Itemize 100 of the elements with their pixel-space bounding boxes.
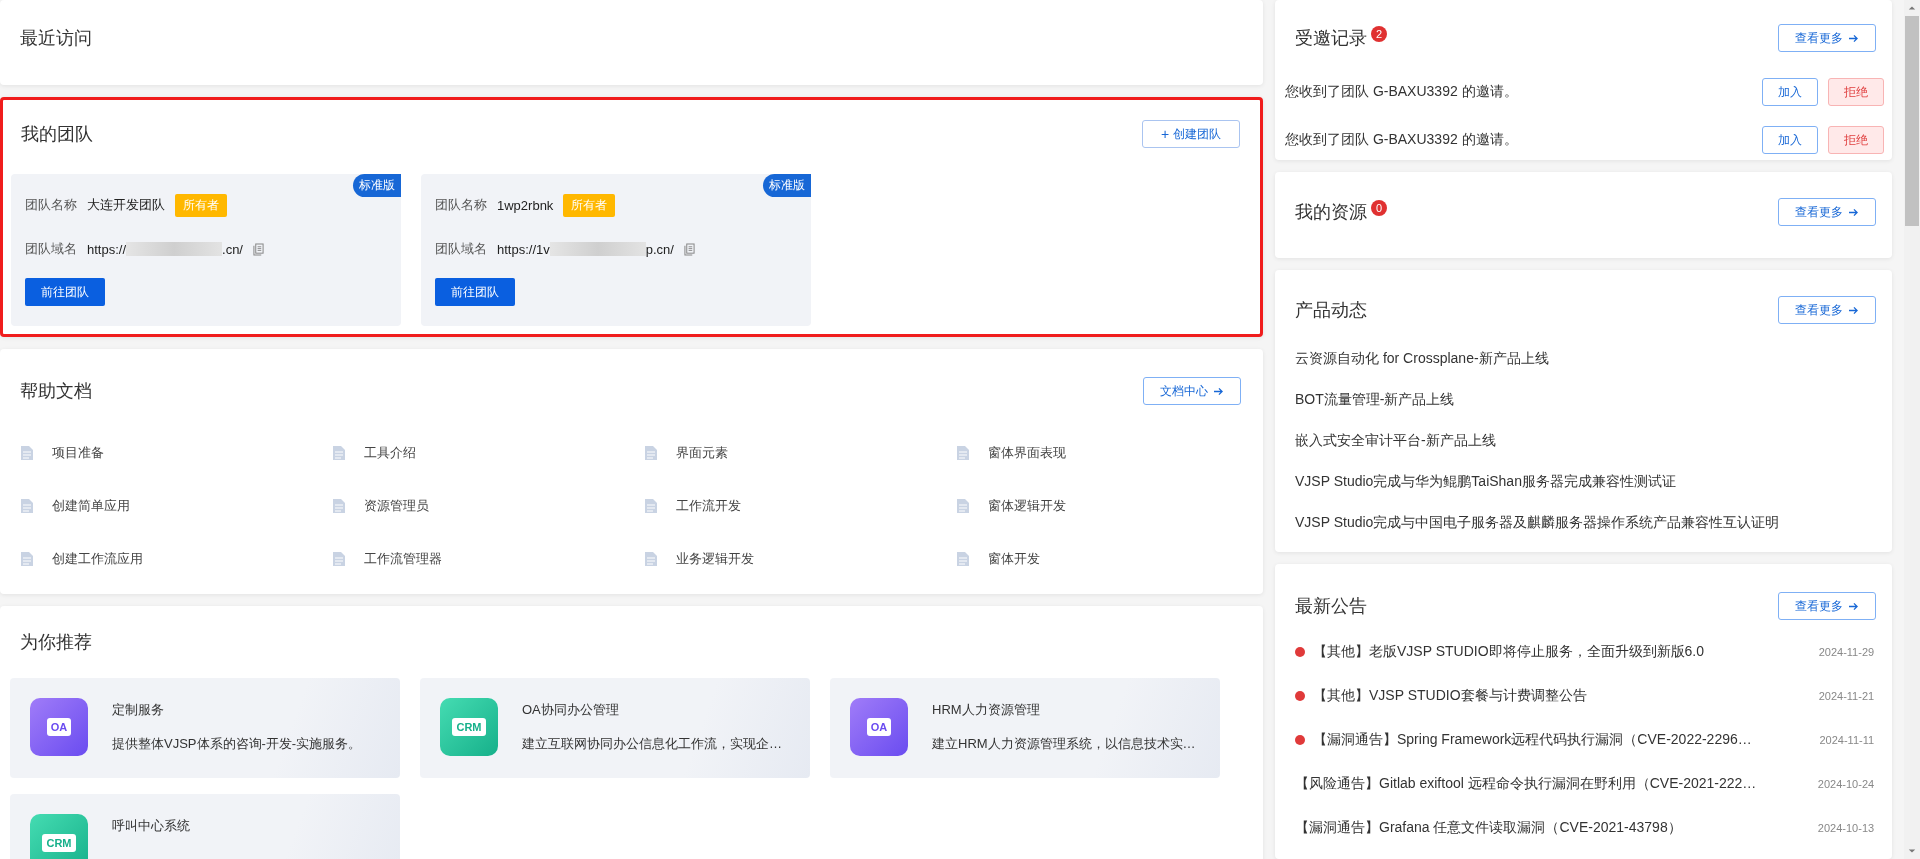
url-suffix: p.cn/	[645, 241, 674, 257]
notice-date: 2024-11-29	[1818, 646, 1875, 658]
doc-link[interactable]: 窗体界面表现	[956, 443, 1268, 462]
section-title: 最新公告	[1295, 595, 1367, 618]
news-link[interactable]: 云资源自动化 for Crossplane-新产品上线	[1275, 338, 1893, 379]
product-card[interactable]: CRM OA协同办公管理 建立互联网协同办公信息化工作流，实现企…	[420, 678, 810, 778]
doc-link[interactable]: 资源管理员	[332, 496, 644, 515]
doc-link[interactable]: 创建工作流应用	[20, 549, 332, 568]
section-title: 帮助文档	[20, 380, 92, 403]
document-icon	[332, 497, 346, 514]
arrow-icon	[1848, 207, 1860, 217]
notice-link[interactable]: 【其他】VJSP STUDIO套餐与计费调整公告	[1313, 687, 1813, 705]
product-icon: CRM	[30, 814, 88, 859]
edition-badge: 标准版	[353, 174, 401, 197]
copy-icon[interactable]	[253, 242, 264, 256]
scroll-down-icon[interactable]	[1908, 848, 1917, 854]
docs-center-button[interactable]: 文档中心	[1143, 377, 1241, 405]
doc-link[interactable]: 窗体逻辑开发	[956, 496, 1268, 515]
doc-link[interactable]: 工作流管理器	[332, 549, 644, 568]
doc-link[interactable]: 项目准备	[20, 443, 332, 462]
news-link[interactable]: 嵌入式安全审计平台-新产品上线	[1275, 420, 1893, 461]
url-suffix: .cn/	[222, 241, 243, 257]
product-title: HRM人力资源管理	[932, 701, 1041, 719]
doc-link[interactable]: 业务逻辑开发	[644, 549, 956, 568]
team-name: 大连开发团队	[87, 196, 165, 214]
team-name: 1wp2rbnk	[497, 197, 554, 213]
role-badge: 所有者	[563, 193, 616, 217]
scrollbar[interactable]	[1904, 0, 1920, 859]
notice-link[interactable]: 【漏洞通告】Grafana 任意文件读取漏洞（CVE-2021-43798）	[1295, 819, 1812, 837]
news-link[interactable]: BOT流量管理-新产品上线	[1275, 379, 1893, 420]
doc-link[interactable]: 窗体开发	[956, 549, 1268, 568]
section-title: 受邀记录	[1295, 27, 1367, 50]
url-prefix: https://	[87, 241, 127, 257]
field-label: 团队名称	[25, 196, 77, 214]
product-card[interactable]: CRM 呼叫中心系统	[10, 794, 400, 859]
copy-icon[interactable]	[683, 242, 695, 256]
url-prefix: https://1v	[497, 241, 550, 257]
product-card[interactable]: OA 定制服务 提供整体VJSP体系的咨询-开发-实施服务。	[10, 678, 400, 778]
document-icon	[332, 550, 346, 567]
product-title: 呼叫中心系统	[112, 817, 190, 835]
product-icon: OA	[30, 698, 88, 756]
notice-link[interactable]: 【漏洞通告】Spring Framework远程代码执行漏洞（CVE-2022-2296…	[1313, 731, 1814, 749]
view-more-button[interactable]: 查看更多	[1778, 296, 1877, 324]
count-badge: 0	[1371, 200, 1387, 216]
product-icon: OA	[850, 698, 908, 756]
accept-button[interactable]: 加入	[1762, 78, 1819, 106]
notice-link[interactable]: 【其他】老版VJSP STUDIO即将停止服务，全面升级到新版6.0	[1313, 643, 1813, 661]
arrow-icon	[1848, 601, 1860, 611]
document-icon	[20, 497, 34, 514]
document-icon	[20, 444, 34, 461]
product-description: 建立HRM人力资源管理系统，以信息技术实…	[932, 735, 1196, 753]
reject-button[interactable]: 拒绝	[1828, 126, 1885, 154]
doc-link[interactable]: 创建简单应用	[20, 496, 332, 515]
notice-link[interactable]: 【风险通告】Gitlab exiftool 远程命令执行漏洞在野利用（CVE-2021-222…	[1295, 775, 1812, 793]
create-team-button[interactable]: + 创建团队	[1142, 120, 1240, 148]
product-description: 提供整体VJSP体系的咨询-开发-实施服务。	[112, 735, 362, 753]
product-title: 定制服务	[112, 701, 165, 719]
document-icon	[956, 444, 970, 461]
news-link[interactable]: VJSP Studio完成与华为鲲鹏TaiShan服务器完成兼容性测试证	[1275, 461, 1893, 502]
document-icon	[644, 444, 658, 461]
role-badge: 所有者	[175, 193, 227, 217]
product-card[interactable]: OA HRM人力资源管理 建立HRM人力资源管理系统，以信息技术实…	[830, 678, 1220, 778]
product-icon: CRM	[440, 698, 498, 756]
product-description: 建立互联网协同办公信息化工作流，实现企…	[522, 735, 782, 753]
field-label: 团队域名	[435, 240, 487, 258]
document-icon	[332, 444, 346, 461]
invite-message: 您收到了团队 G-BAXU3392 的邀请。	[1285, 131, 1519, 149]
news-link[interactable]: VJSP Studio完成与中国电子服务器及麒麟服务器操作系统产品兼容性互认证明	[1275, 502, 1893, 543]
notice-date: 2024-10-24	[1817, 778, 1875, 790]
section-title: 我的团队	[21, 123, 93, 146]
doc-link[interactable]: 工具介绍	[332, 443, 644, 462]
accept-button[interactable]: 加入	[1762, 126, 1819, 154]
section-title: 最近访问	[20, 27, 93, 50]
document-icon	[956, 550, 970, 567]
document-icon	[956, 497, 970, 514]
view-more-button[interactable]: 查看更多	[1778, 198, 1877, 226]
notice-date: 2024-10-13	[1817, 822, 1875, 834]
arrow-icon	[1213, 386, 1224, 396]
invite-message: 您收到了团队 G-BAXU3392 的邀请。	[1285, 83, 1519, 101]
go-to-team-button[interactable]: 前往团队	[25, 278, 105, 306]
doc-link[interactable]: 界面元素	[644, 443, 956, 462]
go-to-team-button[interactable]: 前往团队	[435, 278, 515, 306]
scrollbar-thumb[interactable]	[1905, 16, 1920, 226]
arrow-icon	[1848, 305, 1860, 315]
document-icon	[644, 497, 658, 514]
doc-link[interactable]: 工作流开发	[644, 496, 956, 515]
count-badge: 2	[1371, 26, 1387, 42]
arrow-icon	[1848, 33, 1860, 43]
section-title: 为你推荐	[19, 631, 93, 654]
notice-date: 2024-11-21	[1818, 690, 1875, 702]
product-title: OA协同办公管理	[522, 701, 620, 719]
section-title: 我的资源	[1295, 201, 1367, 224]
field-label: 团队域名	[25, 240, 77, 258]
view-more-button[interactable]: 查看更多	[1778, 592, 1877, 620]
reject-button[interactable]: 拒绝	[1828, 78, 1885, 106]
field-label: 团队名称	[435, 196, 487, 214]
document-icon	[20, 550, 34, 567]
view-more-button[interactable]: 查看更多	[1778, 24, 1877, 52]
section-title: 产品动态	[1295, 299, 1367, 322]
scroll-up-icon[interactable]	[1908, 5, 1917, 11]
